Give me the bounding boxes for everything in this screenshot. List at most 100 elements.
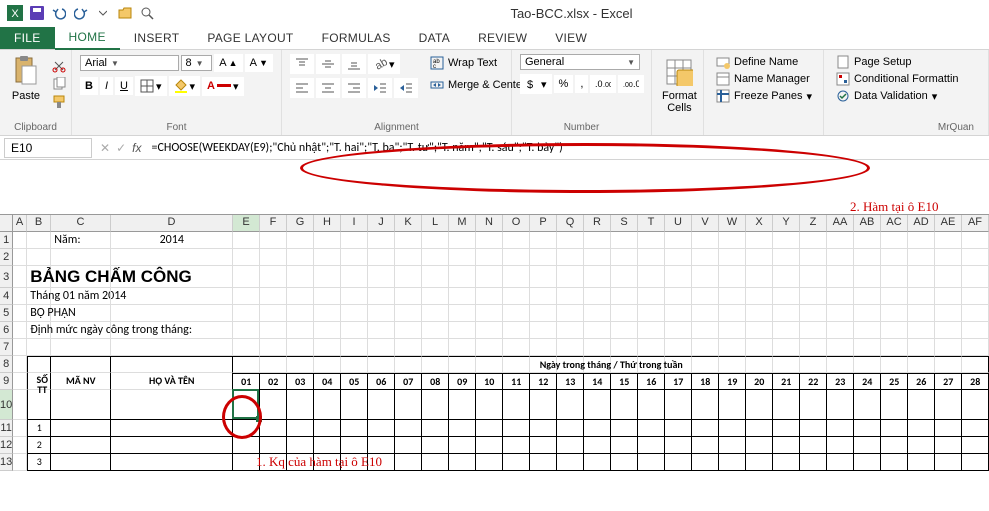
shrink-font-icon[interactable]: A▼ <box>245 54 273 72</box>
cell-H9[interactable]: 04 <box>314 373 341 390</box>
dropdown-icon[interactable] <box>92 2 114 24</box>
cell-U2[interactable] <box>665 249 692 266</box>
cell-AC2[interactable] <box>881 249 908 266</box>
cell-AC10[interactable] <box>881 390 908 420</box>
cell-S7[interactable] <box>611 339 638 356</box>
number-format-combo[interactable]: General▼ <box>520 54 640 70</box>
row-header-8[interactable]: 8 <box>0 356 13 373</box>
cell-S2[interactable] <box>611 249 638 266</box>
cell-E9[interactable]: 01 <box>233 373 260 390</box>
cell-AE7[interactable] <box>935 339 962 356</box>
decrease-decimal-icon[interactable]: .00.0 <box>618 75 644 93</box>
cell-W4[interactable] <box>719 288 746 305</box>
cell-R12[interactable] <box>584 437 611 454</box>
grow-font-icon[interactable]: A▲ <box>214 54 242 72</box>
col-header-B[interactable]: B <box>27 215 51 232</box>
format-painter-icon[interactable] <box>50 94 68 110</box>
row-header-13[interactable]: 13 <box>0 454 13 471</box>
cell-G10[interactable] <box>287 390 314 420</box>
cell-J2[interactable] <box>368 249 395 266</box>
cell-Q1[interactable] <box>557 232 584 249</box>
cell-U6[interactable] <box>665 322 692 339</box>
col-header-E[interactable]: E <box>233 215 260 232</box>
cell-W10[interactable] <box>719 390 746 420</box>
cell-U9[interactable]: 17 <box>665 373 692 390</box>
cell-Z5[interactable] <box>800 305 827 322</box>
cell-F11[interactable] <box>260 420 287 437</box>
cell-AE3[interactable] <box>935 266 962 288</box>
cell-D6[interactable] <box>111 322 233 339</box>
col-header-AA[interactable]: AA <box>827 215 854 232</box>
data-validation-button[interactable]: Data Validation▾ <box>832 88 941 104</box>
cell-R9[interactable]: 14 <box>584 373 611 390</box>
row-header-2[interactable]: 2 <box>0 249 13 266</box>
cell-AE12[interactable] <box>935 437 962 454</box>
cell-N12[interactable] <box>476 437 503 454</box>
col-header-S[interactable]: S <box>611 215 638 232</box>
row-header-10[interactable]: 10 <box>0 390 13 420</box>
cell-F1[interactable] <box>260 232 287 249</box>
cell-O7[interactable] <box>503 339 530 356</box>
cell-A5[interactable] <box>13 305 27 322</box>
cell-K9[interactable]: 07 <box>395 373 422 390</box>
cell-C11[interactable] <box>51 420 111 437</box>
cell-J4[interactable] <box>368 288 395 305</box>
cell-O3[interactable] <box>503 266 530 288</box>
cell-T1[interactable] <box>638 232 665 249</box>
cell-H12[interactable] <box>314 437 341 454</box>
cell-T12[interactable] <box>638 437 665 454</box>
cell-Y13[interactable] <box>773 454 800 471</box>
col-header-Z[interactable]: Z <box>800 215 827 232</box>
cell-U10[interactable] <box>665 390 692 420</box>
cell-E7[interactable] <box>233 339 260 356</box>
cell-B2[interactable] <box>27 249 51 266</box>
cell-D13[interactable] <box>111 454 233 471</box>
col-header-J[interactable]: J <box>368 215 395 232</box>
cell-I4[interactable] <box>341 288 368 305</box>
cell-O11[interactable] <box>503 420 530 437</box>
cell-N3[interactable] <box>476 266 503 288</box>
col-header-AB[interactable]: AB <box>854 215 881 232</box>
cell-A4[interactable] <box>13 288 27 305</box>
cell-N9[interactable]: 10 <box>476 373 503 390</box>
cell-M1[interactable] <box>449 232 476 249</box>
cell-I12[interactable] <box>341 437 368 454</box>
cell-Q3[interactable] <box>557 266 584 288</box>
cell-X13[interactable] <box>746 454 773 471</box>
cell-E6[interactable] <box>233 322 260 339</box>
cell-I10[interactable] <box>341 390 368 420</box>
cell-S13[interactable] <box>611 454 638 471</box>
cell-N1[interactable] <box>476 232 503 249</box>
tab-home[interactable]: HOME <box>55 26 120 50</box>
cell-K4[interactable] <box>395 288 422 305</box>
align-top-icon[interactable] <box>290 54 314 74</box>
cell-I1[interactable] <box>341 232 368 249</box>
cell-A1[interactable] <box>13 232 27 249</box>
cell-L9[interactable]: 08 <box>422 373 449 390</box>
col-header-AE[interactable]: AE <box>935 215 962 232</box>
cell-N10[interactable] <box>476 390 503 420</box>
cell-I7[interactable] <box>341 339 368 356</box>
cell-Y10[interactable] <box>773 390 800 420</box>
cell-M7[interactable] <box>449 339 476 356</box>
row-header-9[interactable]: 9 <box>0 373 13 390</box>
cell-Z9[interactable]: 22 <box>800 373 827 390</box>
cell-A7[interactable] <box>13 339 27 356</box>
cell-J6[interactable] <box>368 322 395 339</box>
cell-P1[interactable] <box>530 232 557 249</box>
cell-G11[interactable] <box>287 420 314 437</box>
cell-O13[interactable] <box>503 454 530 471</box>
cell-AD7[interactable] <box>908 339 935 356</box>
cell-P5[interactable] <box>530 305 557 322</box>
tab-review[interactable]: REVIEW <box>464 27 541 49</box>
excel-icon[interactable]: X <box>4 2 26 24</box>
cell-AA4[interactable] <box>827 288 854 305</box>
col-header-F[interactable]: F <box>260 215 287 232</box>
align-right-icon[interactable] <box>342 78 366 98</box>
cell-S10[interactable] <box>611 390 638 420</box>
align-left-icon[interactable] <box>290 78 314 98</box>
cell-W13[interactable] <box>719 454 746 471</box>
underline-button[interactable]: U <box>115 77 133 95</box>
cell-T13[interactable] <box>638 454 665 471</box>
cell-X10[interactable] <box>746 390 773 420</box>
